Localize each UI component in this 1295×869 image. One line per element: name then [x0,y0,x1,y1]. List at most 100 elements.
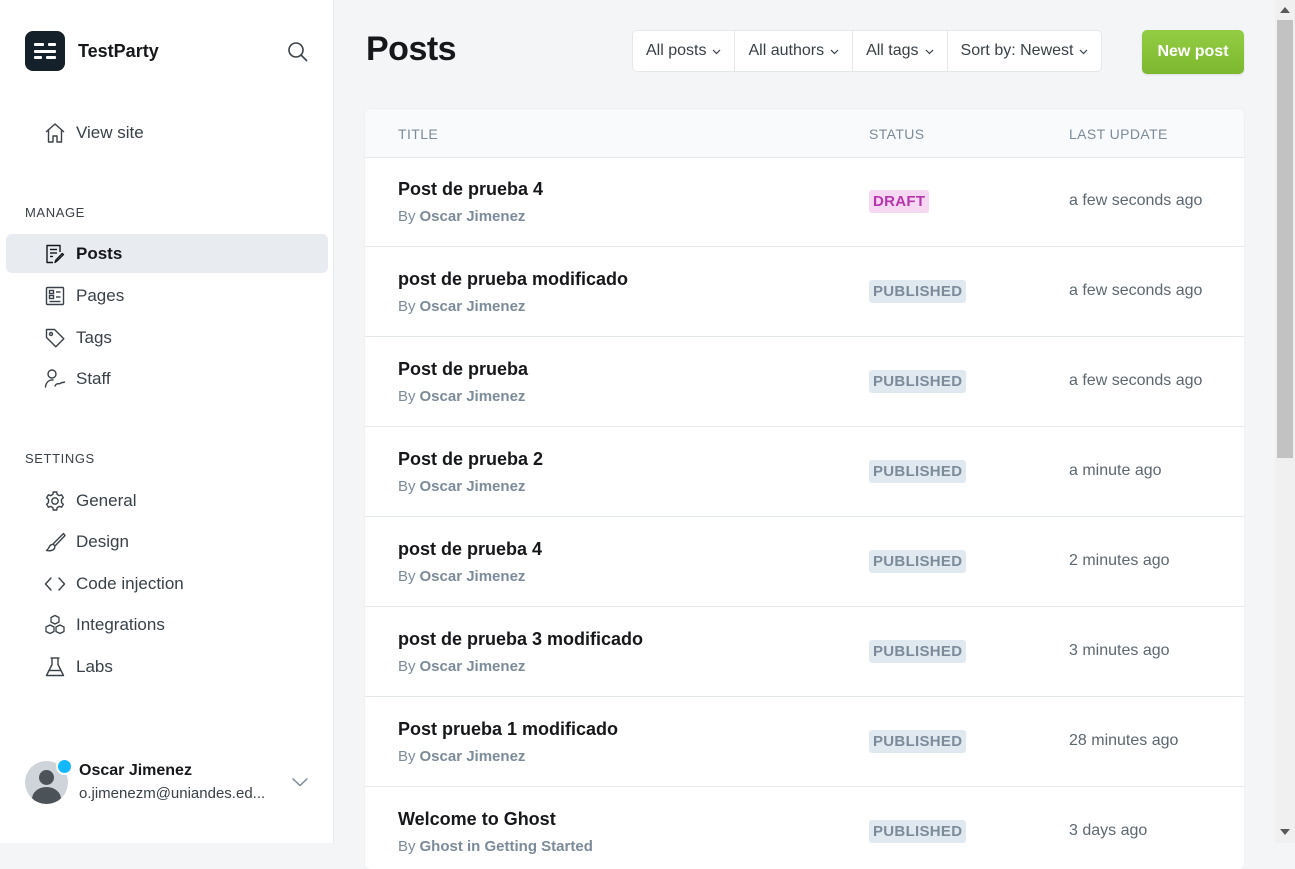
sidebar-item-staff-label: Staff [76,369,111,388]
sidebar-item-general[interactable]: General [6,481,328,520]
table-row[interactable]: post de prueba 4 By Oscar Jimenez PUBLISHED… [365,517,1244,607]
last-update: 3 days ago [1069,822,1148,839]
sidebar-item-tags-label: Tags [76,328,112,347]
posts-table: TITLE STATUS LAST UPDATE Post de prueba … [365,109,1244,869]
post-author: Oscar Jimenez [419,568,526,585]
sidebar-item-posts-label: Posts [76,244,123,263]
post-byline: By Oscar Jimenez [398,388,525,405]
chevron-down-icon [713,49,721,54]
table-row[interactable]: Post de prueba 4 By Oscar Jimenez DRAFT a fe… [365,157,1244,247]
status-badge: PUBLISHED [869,730,967,753]
user-menu[interactable]: Oscar Jimenez o.jimenezm@uniandes.ed... [25,758,315,805]
byline-prefix: By [398,208,416,225]
user-email: o.jimenezm@uniandes.ed... [79,785,266,802]
status-badge: PUBLISHED [869,370,967,393]
post-byline: By Oscar Jimenez [398,298,525,315]
scroll-down-arrow-icon[interactable] [1280,829,1290,835]
scrollbar-thumb[interactable] [1277,20,1293,458]
scroll-up-arrow-icon[interactable] [1280,7,1290,13]
filter-authors-label: All authors [748,42,825,59]
site-logo-icon [25,31,65,71]
sidebar-item-design-label: Design [76,532,129,551]
column-header-status: STATUS [869,126,925,142]
nav-view-site[interactable]: View site [6,113,328,152]
post-byline: By Oscar Jimenez [398,208,525,225]
brush-icon [44,531,66,553]
sidebar-item-labs[interactable]: Labs [6,647,328,686]
post-title: post de prueba modificado [398,269,629,289]
pages-icon [44,285,66,307]
last-update: 28 minutes ago [1069,732,1179,749]
brand[interactable]: TestParty [25,31,159,71]
post-author: Oscar Jimenez [419,208,526,225]
status-badge: PUBLISHED [869,280,967,303]
sidebar-item-integrations-label: Integrations [76,615,165,634]
table-row[interactable]: Welcome to Ghost By Ghost in Getting Start… [365,787,1244,869]
last-update: a few seconds ago [1069,372,1203,389]
nav-view-site-label: View site [76,123,144,142]
sidebar-item-staff[interactable]: Staff [6,359,328,398]
chevron-down-icon [1080,49,1088,54]
last-update: a few seconds ago [1069,282,1203,299]
sidebar-item-labs-label: Labs [76,657,113,676]
status-badge: DRAFT [869,190,930,213]
sidebar-item-pages[interactable]: Pages [6,276,328,315]
post-title: Post de prueba [398,359,529,379]
sidebar-item-code-injection[interactable]: Code injection [6,564,328,603]
sort-select[interactable]: Sort by: Newest [948,31,1102,71]
search-icon[interactable] [286,40,310,64]
byline-prefix: By [398,568,416,585]
sort-label: Sort by: Newest [960,42,1074,59]
byline-prefix: By [398,388,416,405]
table-row[interactable]: post de prueba 3 modificado By Oscar Jimen… [365,607,1244,697]
filter-tags-label: All tags [866,42,919,59]
notification-dot [56,758,73,775]
page-title: Posts [366,30,457,68]
post-byline: By Oscar Jimenez [398,748,525,765]
table-row[interactable]: post de prueba modificado By Oscar Jimenez… [365,247,1244,337]
post-title: post de prueba 3 modificado [398,629,644,649]
tag-icon [44,327,66,349]
post-title: Post de prueba 2 [398,449,544,469]
last-update: a few seconds ago [1069,192,1203,209]
table-header: TITLE STATUS LAST UPDATE [365,109,1244,158]
table-row[interactable]: Post prueba 1 modificado By Oscar Jimenez P… [365,697,1244,787]
post-title: Welcome to Ghost [398,809,556,829]
table-row[interactable]: Post de prueba By Oscar Jimenez PUBLISHED a … [365,337,1244,427]
sidebar-item-general-label: General [76,491,137,510]
sidebar-item-tags[interactable]: Tags [6,318,328,357]
post-author: Oscar Jimenez [419,478,526,495]
flask-icon [44,656,66,678]
status-badge: PUBLISHED [869,460,967,483]
settings-section-label: SETTINGS [25,451,95,466]
filter-authors-select[interactable]: All authors [735,31,854,71]
filter-tags-select[interactable]: All tags [853,31,948,71]
status-badge: PUBLISHED [869,550,967,573]
post-title: post de prueba 4 [398,539,543,559]
sidebar-item-integrations[interactable]: Integrations [6,605,328,644]
integrations-icon [44,614,66,636]
post-author: Oscar Jimenez [419,298,526,315]
filter-type-select[interactable]: All posts [633,31,736,71]
filter-bar: All posts All authors All tags Sort by: … [632,30,1103,72]
post-author: Ghost in Getting Started [419,838,593,855]
site-name: TestParty [78,40,159,61]
new-post-button[interactable]: New post [1142,30,1244,74]
chevron-down-icon [830,49,839,54]
post-author: Oscar Jimenez [419,388,526,405]
last-update: a minute ago [1069,462,1162,479]
byline-prefix: By [398,298,416,315]
post-title: Post prueba 1 modificado [398,719,619,739]
sidebar-item-design[interactable]: Design [6,522,328,561]
byline-prefix: By [398,748,416,765]
sidebar-item-posts[interactable]: Posts [6,234,328,273]
table-row[interactable]: Post de prueba 2 By Oscar Jimenez PUBLISHED… [365,427,1244,517]
posts-icon [44,243,66,265]
page-scrollbar[interactable] [1275,0,1295,843]
column-header-title: TITLE [398,126,439,142]
user-name: Oscar Jimenez [79,762,192,779]
post-author: Oscar Jimenez [419,748,526,765]
chevron-down-icon[interactable] [291,773,309,791]
last-update: 2 minutes ago [1069,552,1170,569]
post-byline: By Ghost in Getting Started [398,838,593,855]
